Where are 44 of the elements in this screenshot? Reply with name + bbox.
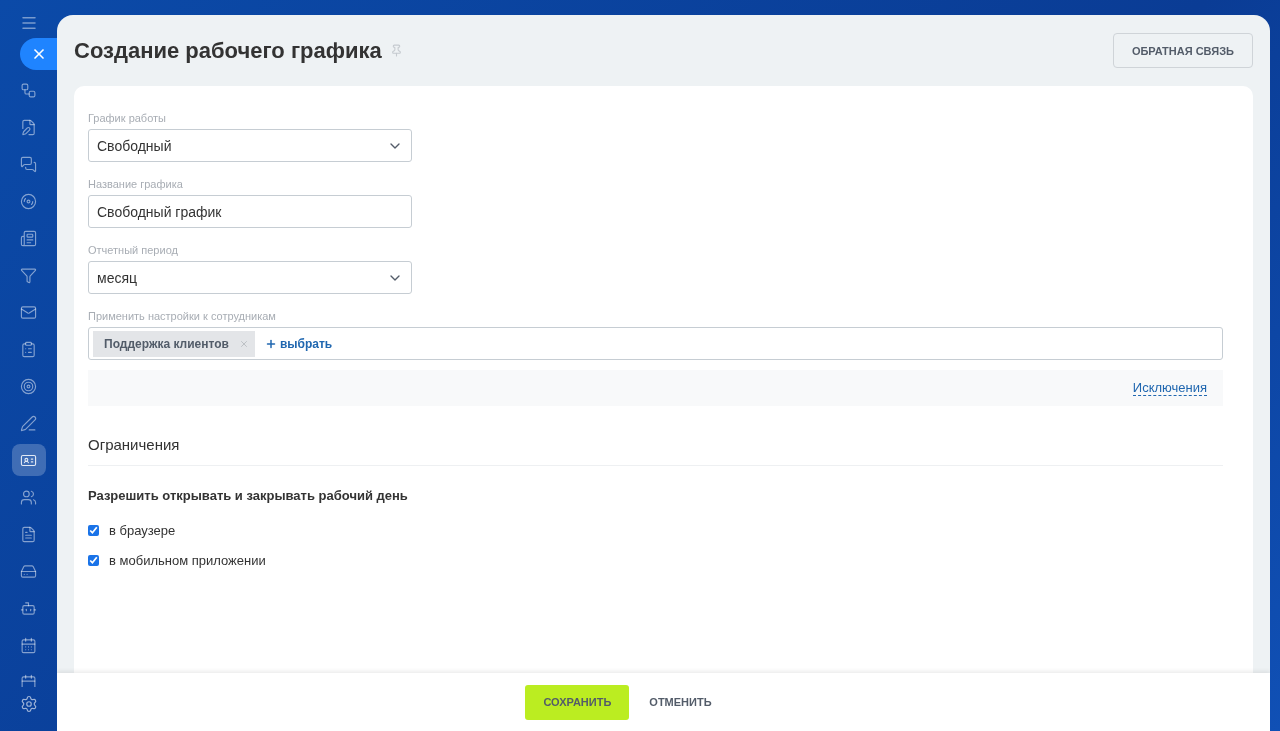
filter-icon [20,266,37,284]
checkbox-label: в мобильном приложении [109,552,266,568]
add-link[interactable]: выбрать [264,336,333,351]
target-icon [20,377,37,395]
field-label: Применить настройки к сотрудникам [88,310,277,322]
close-button[interactable] [20,38,57,70]
settings-button[interactable] [19,695,38,713]
settings-icon [19,695,38,713]
users-icon [20,488,37,506]
select-field[interactable]: месяц [88,261,412,294]
checkbox[interactable] [88,554,99,566]
menu-button[interactable] [19,14,38,32]
field-label: График работы [88,112,167,124]
file-pen-icon [20,118,37,136]
cancel-button[interactable]: ОТМЕНИТЬ [635,684,726,720]
input-field[interactable]: Свободный график [88,195,412,228]
permission-heading: Разрешить открывать и закрывать рабочий день [88,488,409,503]
plus-icon [264,337,277,350]
chat-icon [20,155,37,173]
newspaper-icon [20,229,37,247]
checkbox-label: в браузере [109,522,176,538]
menu-icon [19,14,38,32]
robot-icon [20,599,37,617]
mail-icon [20,303,37,321]
flow-icon [20,81,37,99]
drive-icon [20,562,37,580]
select-field[interactable]: Свободный [88,129,412,162]
document-icon [20,525,37,543]
calendar-icon [20,673,37,687]
checkbox[interactable] [88,524,99,536]
exceptions-link[interactable]: Исключения [1132,380,1207,396]
save-button[interactable]: СОХРАНИТЬ [525,684,630,720]
calendar-icon [20,636,37,654]
disc-icon [20,192,37,210]
sidebar-button[interactable] [11,444,46,476]
page-title: Создание рабочего графика [74,37,382,64]
section-title: Ограничения [88,436,1223,466]
member-tag[interactable]: Поддержка клиентов [93,330,255,357]
feedback-button[interactable]: ОБРАТНАЯ СВЯЗЬ [1112,33,1253,68]
field-label: Отчетный период [88,244,179,256]
pen-icon [20,414,37,432]
field-label: Название графика [88,178,184,190]
members-field[interactable]: Поддержка клиентов выбрать [88,327,1223,360]
clipboard-icon [20,340,37,358]
